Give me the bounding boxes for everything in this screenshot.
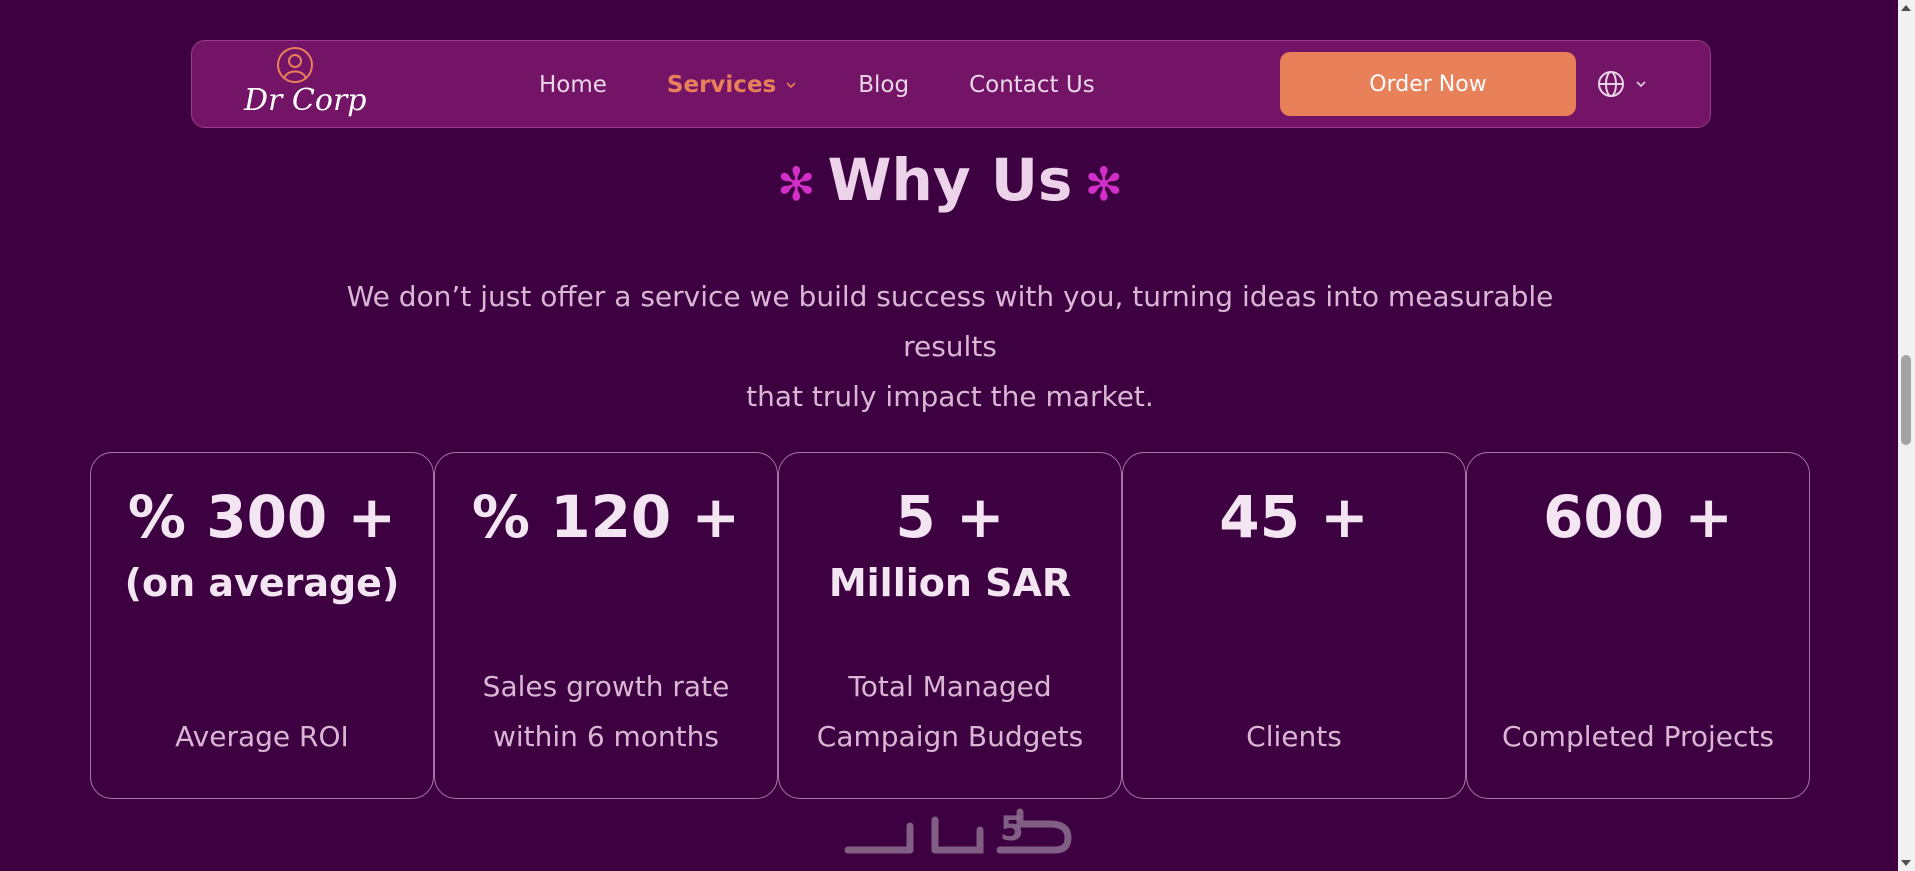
nav-item-blog[interactable]: Blog — [858, 72, 909, 98]
chevron-down-icon — [1636, 81, 1646, 88]
stat-label: Total Managed Campaign Budgets — [789, 662, 1111, 762]
svg-text:5: 5 — [1000, 809, 1024, 849]
subtitle-line-2: that truly impact the market. — [746, 380, 1154, 413]
nav-item-contact[interactable]: Contact Us — [969, 72, 1095, 98]
section-title-wrap: ✻ Why Us ✻ — [0, 146, 1900, 214]
stat-card-roi: % 300 + (on average) Average ROI — [90, 452, 434, 799]
stat-card-projects: 600 + Completed Projects — [1466, 452, 1810, 799]
stat-value: 45 + — [1219, 483, 1369, 551]
stat-label-line: Average ROI — [175, 720, 349, 753]
section-subtitle: We don’t just offer a service we build s… — [300, 272, 1600, 422]
stat-card-sales-growth: % 120 + Sales growth rate within 6 month… — [434, 452, 778, 799]
stat-label-line: Sales growth rate — [482, 670, 730, 703]
order-now-button[interactable]: Order Now — [1280, 52, 1576, 116]
nav-item-label: Services — [666, 72, 777, 98]
stat-label: Average ROI — [101, 712, 423, 762]
stat-unit: Million SAR — [828, 561, 1072, 605]
scrollbar-thumb[interactable] — [1901, 355, 1911, 445]
logo-text: Dr Corp — [244, 83, 367, 118]
stat-value: 600 + — [1543, 483, 1733, 551]
stat-card-clients: 45 + Clients — [1122, 452, 1466, 799]
stats-cards: % 300 + (on average) Average ROI % 120 +… — [90, 452, 1811, 799]
nav-links: Home Services Blog Contact Us — [539, 41, 1155, 129]
vertical-scrollbar[interactable] — [1898, 0, 1915, 871]
stat-label: Clients — [1133, 712, 1455, 762]
stat-label-line: Completed Projects — [1501, 720, 1774, 753]
sparkle-icon: ✻ — [777, 156, 816, 211]
scroll-up-arrow-icon[interactable] — [1901, 5, 1911, 11]
nav-item-home[interactable]: Home — [539, 72, 607, 98]
globe-icon — [1598, 71, 1624, 97]
stat-card-budgets: 5 + Million SAR Total Managed Campaign B… — [778, 452, 1122, 799]
stat-value: % 300 + — [127, 483, 397, 551]
sparkle-icon: ✻ — [1084, 156, 1123, 211]
stat-label-line: Campaign Budgets — [816, 720, 1084, 753]
language-selector[interactable] — [1596, 69, 1648, 99]
stat-value: % 120 + — [471, 483, 741, 551]
subtitle-line-1: We don’t just offer a service we build s… — [346, 280, 1554, 363]
stat-label-line: Total Managed — [848, 670, 1052, 703]
scroll-down-arrow-icon[interactable] — [1901, 860, 1911, 866]
nav-item-label: Contact Us — [969, 72, 1095, 98]
nav-item-label: Blog — [858, 72, 910, 98]
stat-unit: (on average) — [124, 561, 400, 605]
stat-label-line: Clients — [1246, 720, 1342, 753]
stat-value: 5 + — [895, 483, 1005, 551]
person-avatar-icon — [277, 47, 313, 83]
stat-label-line: within 6 months — [492, 720, 719, 753]
stat-label: Completed Projects — [1477, 712, 1799, 762]
navbar: Dr Corp Home Services Blog Contact Us Or… — [191, 40, 1711, 128]
nav-item-services[interactable]: Services — [667, 72, 798, 98]
section-title: Why Us — [827, 146, 1073, 214]
chevron-down-icon — [786, 82, 796, 89]
nav-item-label: Home — [539, 72, 607, 98]
stat-label: Sales growth rate within 6 months — [445, 662, 767, 762]
logo[interactable]: Dr Corp — [244, 47, 367, 123]
khamsat-watermark-logo: 5 — [844, 808, 1072, 854]
